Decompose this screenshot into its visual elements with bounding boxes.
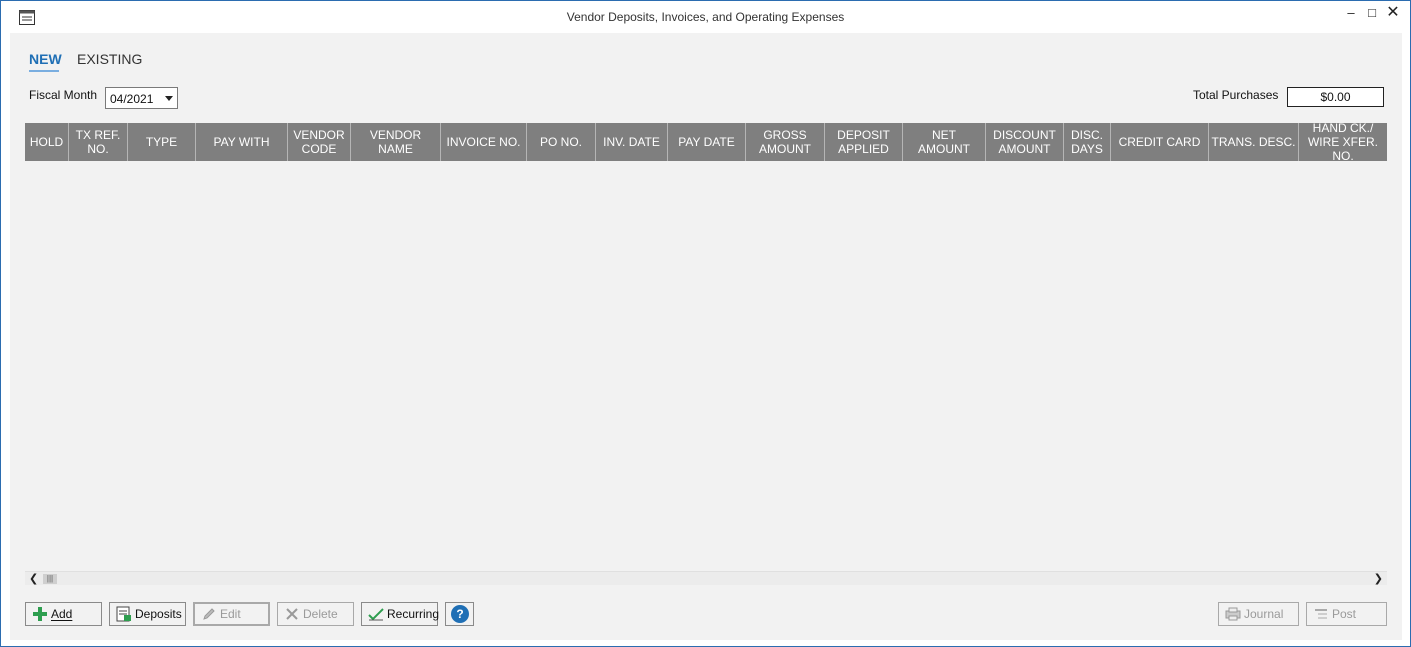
deposits-button-label: Deposits	[135, 607, 182, 621]
add-button-label: Add	[51, 607, 73, 621]
chevron-down-icon	[165, 96, 173, 101]
total-purchases-label: Total Purchases	[1193, 88, 1279, 102]
journal-button[interactable]: Journal	[1218, 602, 1299, 626]
recurring-button[interactable]: Recurring	[361, 602, 440, 626]
column-header-hand-ck-wire-xfer-no[interactable]: HAND CK./ WIRE XFER. NO.	[1299, 121, 1387, 163]
recurring-button-label: Recurring	[387, 607, 440, 621]
deposits-button[interactable]: Deposits	[109, 602, 186, 626]
column-header-hold[interactable]: HOLD	[25, 123, 69, 161]
plus-icon	[32, 606, 48, 622]
fiscal-month-value: 04/2021	[110, 92, 154, 106]
post-button[interactable]: Post	[1306, 602, 1387, 626]
delete-x-icon	[284, 606, 300, 622]
scroll-right-icon[interactable]: ❯	[1374, 572, 1383, 585]
column-header-discount-amount[interactable]: DISCOUNT AMOUNT	[986, 123, 1064, 161]
tab-new[interactable]: NEW	[29, 51, 62, 67]
column-header-trans-desc[interactable]: TRANS. DESC.	[1209, 123, 1299, 161]
close-button[interactable]: ✕	[1383, 5, 1403, 23]
deposits-icon	[116, 606, 132, 622]
post-button-label: Post	[1332, 607, 1357, 621]
column-header-invoice-no[interactable]: INVOICE NO.	[441, 123, 527, 161]
column-header-pay-date[interactable]: PAY DATE	[668, 123, 746, 161]
delete-button[interactable]: Delete	[277, 602, 354, 626]
tab-existing[interactable]: EXISTING	[77, 51, 142, 67]
add-button[interactable]: Add	[25, 602, 102, 626]
active-tab-indicator	[29, 70, 59, 72]
journal-button-label: Journal	[1244, 607, 1284, 621]
scroll-left-icon[interactable]: ❮	[29, 572, 38, 585]
column-header-credit-card[interactable]: CREDIT CARD	[1111, 123, 1209, 161]
grid-body[interactable]	[25, 161, 1387, 571]
help-icon: ?	[451, 605, 469, 623]
column-header-vendor-code[interactable]: VENDOR CODE	[288, 123, 351, 161]
minimize-button[interactable]: –	[1341, 5, 1361, 23]
column-header-gross-amount[interactable]: GROSS AMOUNT	[746, 123, 825, 161]
column-header-type[interactable]: TYPE	[128, 123, 196, 161]
checkmark-icon	[368, 606, 384, 622]
column-header-inv-date[interactable]: INV. DATE	[596, 123, 668, 161]
column-header-disc-days[interactable]: DISC. DAYS	[1064, 123, 1111, 161]
content-panel: NEW EXISTING Fiscal Month 04/2021 Total …	[10, 33, 1402, 640]
fiscal-month-label: Fiscal Month	[29, 88, 98, 102]
horizontal-scrollbar[interactable]: ❮ ||| ❯	[25, 571, 1387, 585]
column-header-tx-ref-no[interactable]: TX REF. NO.	[69, 123, 128, 161]
pencil-icon	[201, 606, 217, 622]
edit-button[interactable]: Edit	[193, 602, 270, 626]
grid-header: HOLD TX REF. NO. TYPE PAY WITH VENDOR CO…	[25, 121, 1387, 163]
fiscal-month-dropdown[interactable]: 04/2021	[105, 87, 178, 109]
post-icon	[1313, 606, 1329, 622]
main-window: Vendor Deposits, Invoices, and Operating…	[0, 0, 1411, 647]
scrollbar-thumb[interactable]: |||	[43, 574, 57, 584]
help-button[interactable]: ?	[445, 602, 474, 626]
column-header-net-amount[interactable]: NET AMOUNT	[903, 123, 986, 161]
column-header-po-no[interactable]: PO NO.	[527, 123, 596, 161]
edit-button-label: Edit	[220, 607, 241, 621]
title-bar: Vendor Deposits, Invoices, and Operating…	[1, 1, 1410, 33]
printer-icon	[1225, 606, 1241, 622]
column-header-deposit-applied[interactable]: DEPOSIT APPLIED	[825, 123, 903, 161]
delete-button-label: Delete	[303, 607, 338, 621]
window-title: Vendor Deposits, Invoices, and Operating…	[566, 10, 845, 24]
column-header-pay-with[interactable]: PAY WITH	[196, 123, 288, 161]
total-purchases-value: $0.00	[1287, 87, 1384, 107]
maximize-button[interactable]: □	[1362, 5, 1382, 23]
column-header-vendor-name[interactable]: VENDOR NAME	[351, 123, 441, 161]
